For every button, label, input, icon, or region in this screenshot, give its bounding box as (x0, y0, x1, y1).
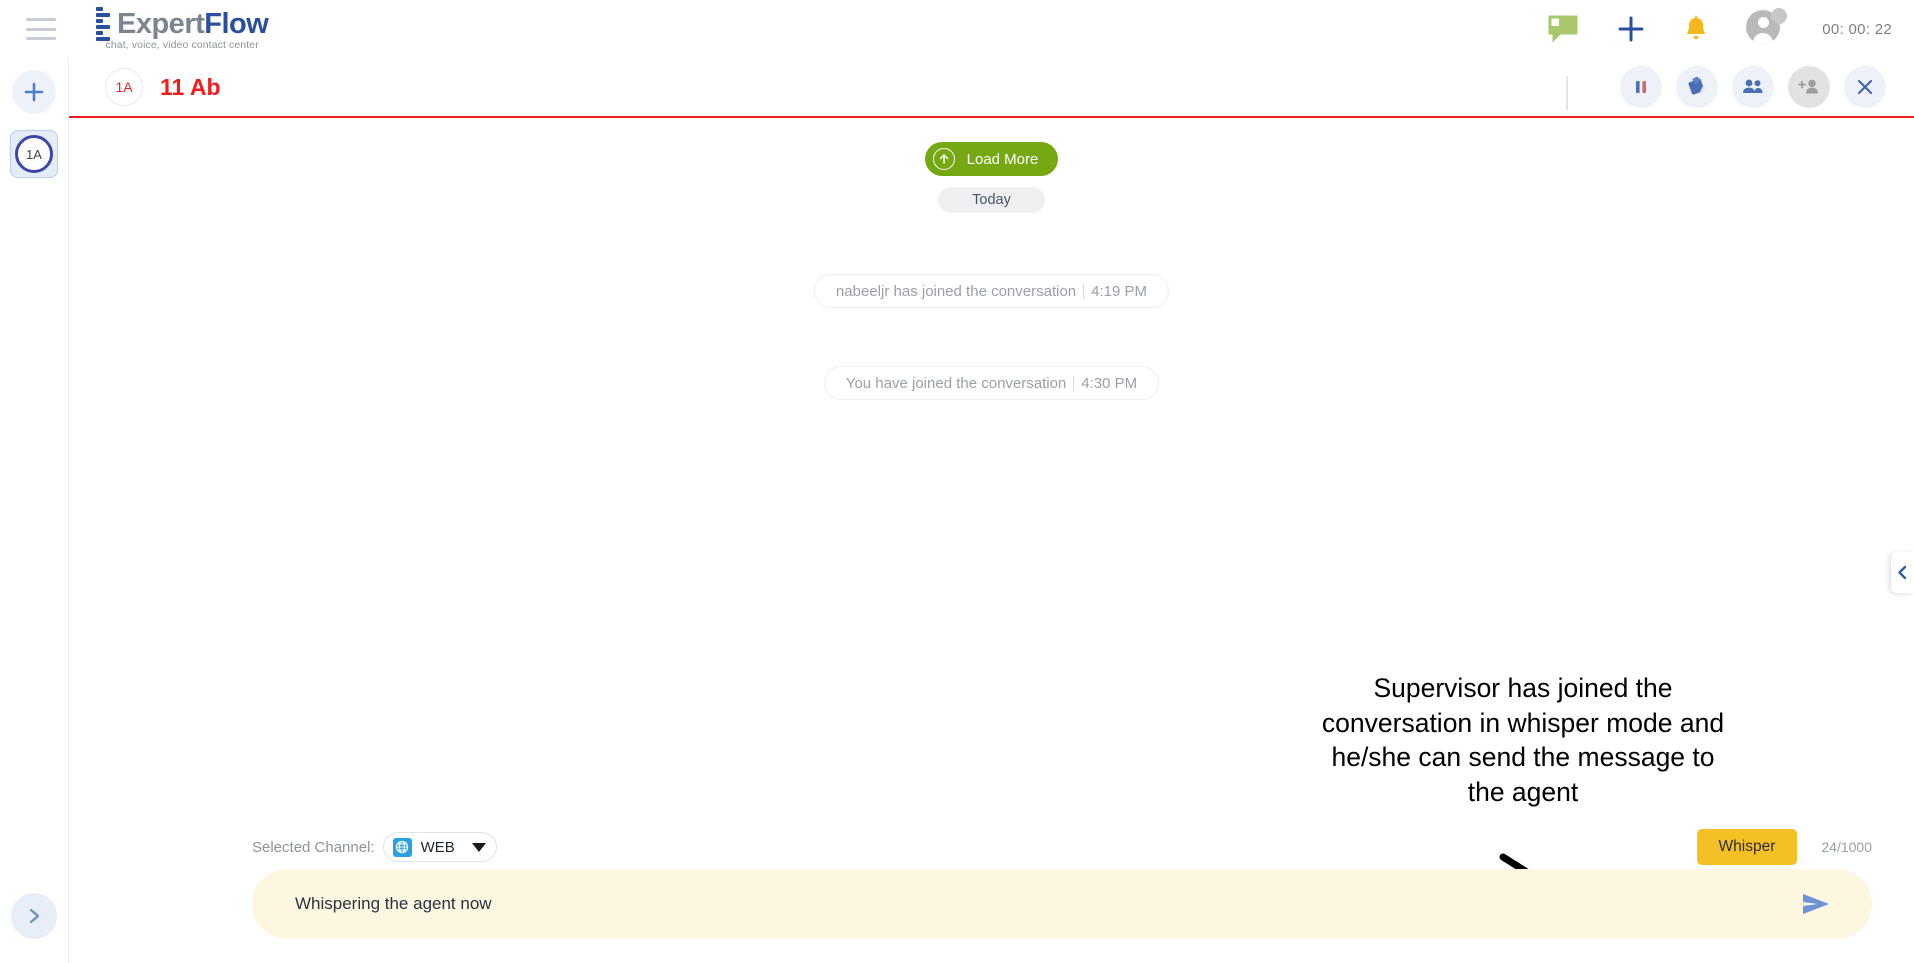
whisper-button[interactable]: Whisper (1696, 829, 1798, 865)
hamburger-bar (26, 27, 56, 31)
close-icon (1857, 79, 1873, 95)
status-badge (1771, 8, 1788, 24)
avatar[interactable] (1746, 8, 1788, 48)
hamburger-bar (26, 37, 56, 40)
conversation-panel: 1A 11 Ab Load More Today nabeeljr has jo… (69, 58, 1914, 963)
annotation-text: Supervisor has joined the conversation i… (1321, 673, 1725, 808)
system-message: nabeeljr has joined the conversation 4:1… (813, 274, 1170, 308)
sidebar-item-conversation-1a[interactable]: 1A (10, 130, 58, 178)
conversation-avatar: 1A (15, 135, 53, 173)
avatar-head (1757, 17, 1769, 28)
channel-label: Selected Channel: (252, 838, 375, 856)
logo-bar (96, 13, 110, 17)
close-button[interactable] (1844, 66, 1886, 108)
conversation-toolbar (1620, 66, 1914, 108)
brand-tagline: chat, voice, video contact center (105, 39, 259, 51)
notes-button[interactable] (1676, 66, 1718, 108)
header-divider (1566, 76, 1568, 110)
logo-dot (96, 19, 103, 23)
send-icon (1803, 894, 1829, 914)
conversation-header: 1A 11 Ab (69, 58, 1914, 118)
globe-icon (392, 837, 412, 857)
pause-button[interactable] (1620, 66, 1662, 108)
logo-dot (96, 7, 103, 11)
character-counter: 24/1000 (1821, 839, 1872, 855)
brand-row: Expert Flow (96, 7, 269, 41)
channel-value: WEB (420, 838, 455, 856)
sticky-note-icon (1688, 76, 1705, 95)
separator (1083, 283, 1085, 299)
composer-input-wrap (69, 869, 1914, 963)
load-more-row: Load More (69, 118, 1914, 176)
brand-name-expert: Expert (117, 7, 205, 40)
hamburger-icon[interactable] (26, 18, 56, 40)
system-message-text: nabeeljr has joined the conversation (835, 282, 1077, 300)
left-rail: 1A (0, 58, 69, 963)
brand-name-flow: Flow (204, 7, 269, 40)
system-message: You have joined the conversation 4:30 PM (823, 366, 1160, 400)
separator (1073, 375, 1075, 391)
hamburger-bar (26, 18, 56, 21)
day-divider-row: Today (69, 176, 1914, 213)
composer-right-actions: Whisper 24/1000 (1696, 829, 1872, 865)
send-button[interactable] (1800, 891, 1872, 917)
system-message-time: 4:19 PM (1091, 282, 1148, 300)
session-timer: 00: 00: 22 (1822, 20, 1892, 38)
composer-toolbar: Selected Channel: WEB Whisper 24/1000 (69, 825, 1914, 869)
system-message-text: You have joined the conversation (845, 374, 1067, 392)
logo-bar (96, 25, 110, 29)
expand-right-panel-button[interactable] (1891, 552, 1914, 593)
pause-icon (1636, 81, 1646, 93)
chevron-down-icon (471, 842, 486, 852)
message-input[interactable] (252, 894, 1800, 914)
expand-sidebar-button[interactable] (11, 893, 57, 939)
system-message-row: nabeeljr has joined the conversation 4:1… (69, 274, 1914, 308)
add-participant-button[interactable] (1788, 66, 1830, 108)
page-title: 11 Ab (160, 73, 221, 100)
plus-icon[interactable] (1616, 14, 1646, 44)
load-more-label: Load More (966, 150, 1039, 168)
plus-icon (24, 82, 44, 102)
message-list: Load More Today nabeeljr has joined the … (69, 118, 1914, 915)
bell-icon[interactable] (1684, 15, 1708, 43)
load-more-button[interactable]: Load More (924, 142, 1059, 176)
system-message-time: 4:30 PM (1081, 374, 1138, 392)
people-icon (1743, 79, 1763, 93)
new-conversation-button[interactable] (12, 70, 56, 114)
composer-input-bar (252, 869, 1872, 939)
avatar-body (1753, 33, 1774, 44)
add-person-icon (1798, 79, 1818, 94)
channel-select[interactable]: WEB (382, 832, 497, 862)
system-message-row: You have joined the conversation 4:30 PM (69, 366, 1914, 400)
app-header: Expert Flow chat, voice, video contact c… (0, 0, 1914, 58)
expertflow-logo-icon (96, 7, 112, 41)
message-composer: Selected Channel: WEB Whisper 24/1000 (69, 825, 1914, 963)
arrow-up-icon (932, 148, 955, 170)
logo-dot (96, 31, 103, 35)
brand-logo[interactable]: Expert Flow chat, voice, video contact c… (96, 7, 269, 51)
header-actions: 00: 00: 22 (1548, 8, 1914, 48)
chevron-left-icon (1898, 565, 1907, 580)
chevron-right-icon (29, 908, 40, 924)
contact-avatar: 1A (105, 68, 143, 106)
day-divider: Today (938, 187, 1045, 213)
participants-button[interactable] (1732, 66, 1774, 108)
chat-bubble-icon[interactable] (1548, 15, 1578, 43)
